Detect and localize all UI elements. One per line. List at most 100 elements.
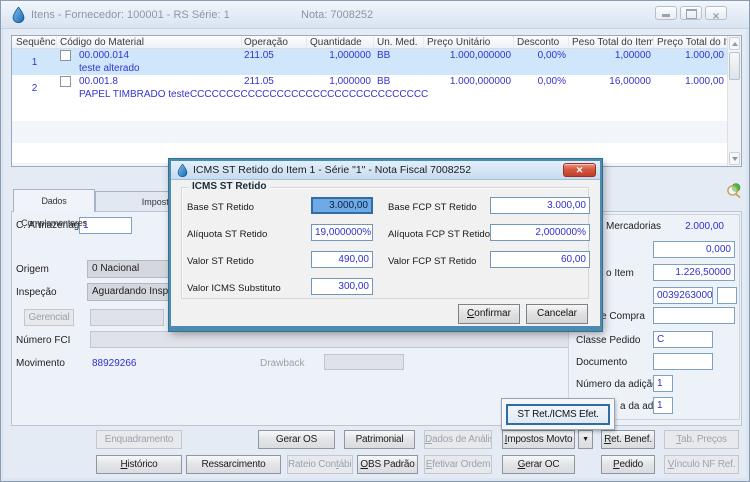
row-sequence: 1 bbox=[31, 56, 38, 68]
row-unit: BB bbox=[377, 50, 391, 61]
column-header-unmed[interactable]: Un. Med. bbox=[374, 36, 424, 48]
compra-field[interactable] bbox=[653, 307, 735, 324]
column-header-preco-total[interactable]: Preço Total do Item bbox=[654, 36, 727, 48]
scroll-up-button[interactable] bbox=[729, 37, 740, 50]
valor-st-input[interactable]: 490,00 bbox=[311, 251, 373, 268]
row-unit-price: 1.000,000000 bbox=[449, 50, 511, 61]
efetivar-ordem-button[interactable]: Efetivar Ordem bbox=[424, 455, 492, 474]
valor-icms-substituto-input[interactable]: 300,00 bbox=[311, 278, 373, 295]
window-title: Itens - Fornecedor: 100001 - RS Série: 1 bbox=[31, 9, 230, 21]
impostos-movto-popup: ST Ret./ICMS Efet. bbox=[501, 398, 615, 430]
minimize-button[interactable] bbox=[655, 6, 677, 20]
st-ret-icms-button[interactable]: ST Ret./ICMS Efet. bbox=[506, 404, 610, 425]
drawback-label: Drawback bbox=[260, 358, 305, 369]
zoom-icon[interactable] bbox=[726, 182, 742, 198]
preco-item-field[interactable]: 1.226,50000 bbox=[653, 264, 735, 281]
gerencial-field bbox=[90, 309, 164, 326]
patrimonial-button[interactable]: Patrimonial bbox=[344, 430, 415, 449]
maximize-button[interactable] bbox=[680, 6, 702, 20]
vertical-scrollbar[interactable] bbox=[727, 36, 741, 166]
documento-field[interactable] bbox=[653, 353, 713, 370]
row-operation: 211.05 bbox=[244, 76, 274, 87]
row-quantity: 1,000000 bbox=[329, 76, 371, 87]
base-fcp-input[interactable]: 3.000,00 bbox=[490, 197, 590, 214]
row-checkbox[interactable] bbox=[60, 50, 71, 61]
pedido-button[interactable]: Pedido bbox=[601, 455, 655, 474]
aliquota-fcp-input[interactable]: 2,000000% bbox=[490, 224, 590, 241]
column-header-quantidade[interactable]: Quantidade bbox=[307, 36, 374, 48]
row-code: 00.001.8 bbox=[79, 76, 118, 87]
column-header-desconto[interactable]: Desconto bbox=[514, 36, 569, 48]
mercadorias-value: 2.000,00 bbox=[685, 221, 724, 232]
column-header-sequencia[interactable]: Sequência bbox=[12, 36, 57, 48]
arrow-down-icon bbox=[731, 157, 738, 161]
codigo-field[interactable]: 0039263000 bbox=[653, 287, 713, 304]
icms-st-group-title: ICMS ST Retido bbox=[188, 181, 271, 192]
ressarcimento-button[interactable]: Ressarcimento bbox=[186, 455, 281, 474]
numero-adicao-field[interactable]: 1 bbox=[653, 375, 673, 392]
dialog-close-button[interactable]: ✕ bbox=[563, 163, 596, 177]
row-weight-total: 1,00000 bbox=[614, 50, 651, 61]
gerencial-button[interactable]: Gerencial bbox=[24, 309, 74, 326]
row-weight-total: 16,00000 bbox=[609, 76, 651, 87]
classe-pedido-label: Classe Pedido bbox=[576, 335, 641, 346]
row-description: PAPEL TIMBRADO testeCCCCCCCCCCCCCCCCCCCC… bbox=[79, 89, 429, 100]
column-header-codigo[interactable]: Código do Material bbox=[57, 36, 242, 48]
preco-item-label: o Item bbox=[606, 268, 634, 279]
ret-benef-button[interactable]: Ret. Benef. bbox=[601, 430, 655, 449]
scroll-thumb[interactable] bbox=[729, 52, 740, 80]
base-st-label: Base ST Retido bbox=[187, 202, 255, 213]
peso-field[interactable]: 0,000 bbox=[653, 241, 735, 258]
row-checkbox[interactable] bbox=[60, 76, 71, 87]
row-price-total: 1.000,00 bbox=[685, 50, 724, 61]
base-st-input[interactable]: 3.000,00 bbox=[311, 197, 373, 214]
valor-st-label: Valor ST Retido bbox=[187, 256, 254, 267]
classe-pedido-field[interactable]: C bbox=[653, 331, 713, 348]
impostos-movto-dropdown-button[interactable]: ▼ bbox=[578, 430, 593, 449]
aliquota-st-input[interactable]: 19,000000% bbox=[311, 224, 373, 241]
row-code: 00.000.014 bbox=[79, 50, 130, 61]
movimento-label: Movimento bbox=[16, 358, 65, 369]
gerar-os-button[interactable]: Gerar OS bbox=[258, 430, 335, 449]
drawback-field bbox=[324, 354, 404, 370]
obs-padrao-button[interactable]: OBS Padrão bbox=[357, 455, 418, 474]
tab-precos-button[interactable]: Tab. Preços bbox=[664, 430, 739, 449]
movimento-value: 88929266 bbox=[92, 358, 137, 369]
historico-button[interactable]: Histórico bbox=[96, 455, 182, 474]
sequencia-adicao-field[interactable]: 1 bbox=[653, 397, 673, 414]
scroll-down-button[interactable] bbox=[729, 152, 740, 165]
codigo-aux-field[interactable] bbox=[717, 287, 737, 304]
gerar-oc-button[interactable]: Gerar OC bbox=[502, 455, 575, 474]
column-header-preco-unitario[interactable]: Preço Unitário bbox=[424, 36, 514, 48]
items-window: Itens - Fornecedor: 100001 - RS Série: 1… bbox=[0, 0, 750, 482]
numero-fci-label: Número FCI bbox=[16, 335, 71, 346]
row-discount: 0,00% bbox=[537, 76, 566, 87]
dialog-title: ICMS ST Retido do Item 1 - Série "1" - N… bbox=[193, 164, 472, 176]
vinculo-nf-ref-button[interactable]: Vínculo NF Ref. bbox=[664, 455, 739, 474]
row-unit-price: 1.000,000000 bbox=[449, 76, 511, 87]
rateio-contabil-button[interactable]: Rateio Contábil bbox=[287, 455, 353, 474]
dialog-titlebar: ICMS ST Retido do Item 1 - Série "1" - N… bbox=[171, 161, 600, 180]
numero-adicao-label: Número da adição bbox=[576, 379, 658, 390]
dados-analise-button[interactable]: Dados de Análise bbox=[424, 430, 492, 449]
tab-dados-complementares[interactable]: Dados Complementares bbox=[13, 189, 95, 228]
row-operation: 211.05 bbox=[244, 50, 274, 61]
valor-fcp-input[interactable]: 60,00 bbox=[490, 251, 590, 268]
table-header: Sequência Código do Material Operação Qu… bbox=[12, 36, 727, 49]
table-body: 1 00.000.014 211.05 1,000000 BB 1.000,000000 0… bbox=[12, 49, 727, 101]
column-header-peso-total[interactable]: Peso Total do Item bbox=[569, 36, 654, 48]
column-header-operacao[interactable]: Operação bbox=[242, 36, 307, 48]
confirm-button[interactable]: Confirmar bbox=[458, 304, 520, 324]
table-row[interactable]: 2 00.001.8 211.05 1,000000 BB 1.000,000000 0,0… bbox=[12, 75, 727, 101]
base-fcp-label: Base FCP ST Retido bbox=[388, 202, 477, 213]
close-button[interactable] bbox=[705, 6, 727, 20]
table-row[interactable]: 1 00.000.014 211.05 1,000000 BB 1.000,000000 0… bbox=[12, 49, 727, 75]
cancel-button[interactable]: Cancelar bbox=[526, 304, 588, 324]
dialog-icon bbox=[177, 164, 188, 177]
row-price-total: 1.000,00 bbox=[685, 76, 724, 87]
row-sequence: 2 bbox=[31, 82, 38, 94]
impostos-movto-button[interactable]: Impostos Movto bbox=[502, 430, 575, 449]
items-table: Sequência Código do Material Operação Qu… bbox=[11, 35, 742, 167]
enquadramento-button[interactable]: Enquadramento bbox=[96, 430, 182, 449]
row-description: teste alterado bbox=[79, 63, 140, 74]
